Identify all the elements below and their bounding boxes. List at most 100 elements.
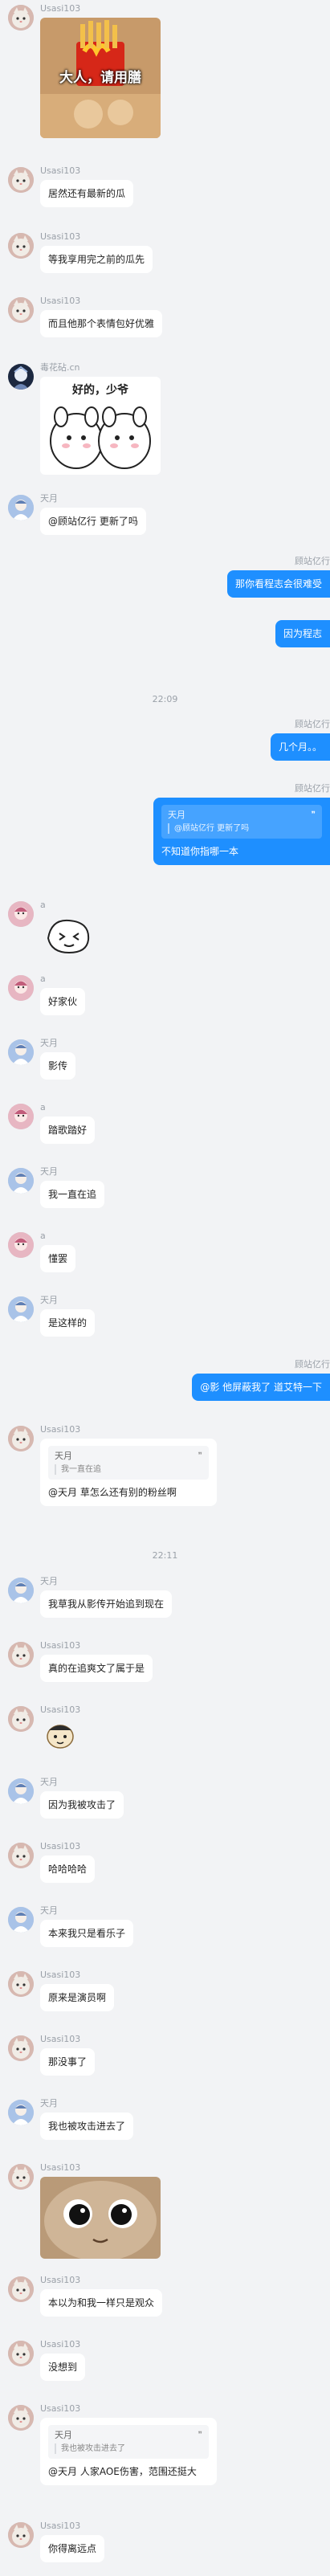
avatar[interactable] bbox=[8, 1039, 34, 1065]
avatar[interactable] bbox=[8, 1296, 34, 1322]
avatar[interactable] bbox=[8, 901, 34, 927]
self-message-bubble[interactable]: 因为程志 bbox=[275, 620, 330, 647]
sender-name[interactable]: a bbox=[40, 974, 46, 985]
message-bubble[interactable]: 哈哈哈哈 bbox=[40, 1855, 96, 1883]
sender-name[interactable]: Usasi103 bbox=[40, 2162, 80, 2174]
sender-name[interactable]: 天月 bbox=[40, 1576, 58, 1587]
avatar[interactable] bbox=[8, 2522, 34, 2548]
quote-icon: ❞ bbox=[198, 2431, 202, 2439]
avatar[interactable] bbox=[8, 1104, 34, 1129]
sender-name[interactable]: 天月 bbox=[40, 493, 58, 504]
avatar[interactable] bbox=[8, 2405, 34, 2431]
sender-name[interactable]: Usasi103 bbox=[40, 1841, 80, 1852]
message-bubble[interactable]: 懂罢 bbox=[40, 1245, 76, 1272]
avatar[interactable] bbox=[8, 495, 34, 521]
sender-name[interactable]: Usasi103 bbox=[40, 2034, 80, 2045]
quoted-message[interactable]: 天月 ❞ 我一直在追 bbox=[48, 1446, 209, 1480]
avatar[interactable] bbox=[8, 167, 34, 193]
sender-name[interactable]: Usasi103 bbox=[40, 296, 80, 307]
sender-name[interactable]: 天月 bbox=[40, 1295, 58, 1306]
avatar[interactable] bbox=[8, 2341, 34, 2366]
sender-name[interactable]: Usasi103 bbox=[40, 1640, 80, 1651]
sender-name[interactable]: 天月 bbox=[40, 2098, 58, 2109]
message-bubble[interactable]: 我也被攻击进去了 bbox=[40, 2113, 134, 2140]
self-message-bubble[interactable]: @影 他屏蔽我了 道艾特一下 bbox=[192, 1374, 330, 1401]
sender-name[interactable]: 毒花砧.cn bbox=[40, 362, 80, 374]
sender-name[interactable]: 顾站亿行 bbox=[295, 1359, 330, 1370]
self-message-bubble[interactable]: 那你看程志会很难受 bbox=[226, 570, 330, 598]
sender-name[interactable]: Usasi103 bbox=[40, 2339, 80, 2350]
avatar[interactable] bbox=[8, 233, 34, 259]
avatar[interactable] bbox=[8, 975, 34, 1001]
sticker-image[interactable] bbox=[40, 2177, 161, 2259]
message-bubble[interactable]: 原来是演员啊 bbox=[40, 1984, 115, 2011]
message-bubble[interactable]: 踏歌踏好 bbox=[40, 1117, 96, 1144]
avatar[interactable] bbox=[8, 1426, 34, 1451]
message-bubble[interactable]: 本以为和我一样只是观众 bbox=[40, 2289, 163, 2317]
message-bubble[interactable]: 我草我从影传开始追到现在 bbox=[40, 1590, 173, 1618]
message-bubble[interactable]: 因为我被攻击了 bbox=[40, 1791, 124, 1819]
message-bubble[interactable]: 等我享用完之前的瓜先 bbox=[40, 246, 153, 273]
avatar[interactable] bbox=[8, 1843, 34, 1868]
message-bubble[interactable]: 本来我只是看乐子 bbox=[40, 1920, 134, 1947]
sender-name[interactable]: Usasi103 bbox=[40, 2275, 80, 2286]
message-bubble[interactable]: 你得离远点 bbox=[40, 2535, 105, 2562]
message-bubble[interactable]: 天月 ❞ 我也被攻击进去了 @天月 人家AOE伤害，范围还挺大 bbox=[40, 2418, 217, 2485]
sticker-image[interactable] bbox=[40, 1719, 80, 1754]
sticker-image[interactable]: 大人，请用膳 bbox=[40, 18, 161, 138]
message-bubble[interactable]: 没想到 bbox=[40, 2354, 86, 2381]
chat-message-list[interactable]: Usasi103 大人，请用膳 Usasi103 居然还有最新的瓜 Usasi103 等我… bbox=[0, 0, 330, 2576]
sender-name[interactable]: Usasi103 bbox=[40, 1424, 80, 1435]
avatar[interactable] bbox=[8, 1971, 34, 1997]
sender-name[interactable]: 天月 bbox=[40, 1777, 58, 1788]
sender-name[interactable]: Usasi103 bbox=[40, 3, 80, 14]
quote-icon: ❞ bbox=[311, 810, 316, 819]
avatar[interactable] bbox=[8, 1706, 34, 1732]
message-bubble[interactable]: 居然还有最新的瓜 bbox=[40, 180, 134, 207]
sender-name[interactable]: a bbox=[40, 1102, 46, 1113]
sender-name[interactable]: Usasi103 bbox=[40, 2521, 80, 2532]
avatar[interactable] bbox=[8, 364, 34, 390]
sender-name[interactable]: 天月 bbox=[40, 1166, 58, 1178]
avatar[interactable] bbox=[8, 1232, 34, 1258]
message-bubble[interactable]: 真的在追爽文了属于是 bbox=[40, 1655, 153, 1682]
avatar[interactable] bbox=[8, 2164, 34, 2190]
message-bubble[interactable]: 那没事了 bbox=[40, 2048, 96, 2076]
avatar[interactable] bbox=[8, 5, 34, 31]
sender-name[interactable]: a bbox=[40, 900, 46, 911]
sender-name[interactable]: 顾站亿行 bbox=[295, 783, 330, 794]
avatar[interactable] bbox=[8, 2276, 34, 2302]
sender-name[interactable]: 天月 bbox=[40, 1038, 58, 1049]
message-bubble[interactable]: 影传 bbox=[40, 1052, 76, 1080]
quoted-message[interactable]: 天月 ❞ 我也被攻击进去了 bbox=[48, 2425, 209, 2459]
avatar[interactable] bbox=[8, 1168, 34, 1194]
avatar[interactable] bbox=[8, 1578, 34, 1603]
message-bubble[interactable]: 天月 ❞ 我一直在追 @天月 草怎么还有别的粉丝啊 bbox=[40, 1439, 217, 1506]
avatar[interactable] bbox=[8, 1778, 34, 1804]
sender-name[interactable]: Usasi103 bbox=[40, 1704, 80, 1716]
sender-name[interactable]: 天月 bbox=[40, 1905, 58, 1917]
sender-name[interactable]: Usasi103 bbox=[40, 1970, 80, 1981]
avatar[interactable] bbox=[8, 1642, 34, 1668]
avatar[interactable] bbox=[8, 1907, 34, 1933]
self-message-bubble[interactable]: 几个月。。 bbox=[270, 733, 330, 761]
sender-name[interactable]: 顾站亿行 bbox=[295, 556, 330, 567]
avatar[interactable] bbox=[8, 297, 34, 323]
sender-name[interactable]: 顾站亿行 bbox=[295, 719, 330, 730]
sticker-image[interactable] bbox=[40, 914, 96, 957]
message-bubble[interactable]: 我一直在追 bbox=[40, 1181, 105, 1208]
sender-name[interactable]: Usasi103 bbox=[40, 2403, 80, 2415]
quoted-message[interactable]: 天月 ❞ @顾站亿行 更新了吗 bbox=[161, 805, 322, 839]
sender-name[interactable]: Usasi103 bbox=[40, 231, 80, 243]
message-bubble[interactable]: @顾站亿行 更新了吗 bbox=[40, 508, 146, 535]
self-message-bubble[interactable]: 天月 ❞ @顾站亿行 更新了吗 不知道你指哪一本 bbox=[153, 798, 330, 865]
message-bubble[interactable]: 是这样的 bbox=[40, 1309, 96, 1337]
sticker-image[interactable]: 好的，少爷 bbox=[40, 377, 161, 475]
sender-name[interactable]: Usasi103 bbox=[40, 165, 80, 177]
message-bubble[interactable]: 好家伙 bbox=[40, 988, 86, 1015]
message-text: 因为我被攻击了 bbox=[48, 1799, 116, 1811]
avatar[interactable] bbox=[8, 2035, 34, 2061]
sender-name[interactable]: a bbox=[40, 1231, 46, 1242]
avatar[interactable] bbox=[8, 2100, 34, 2125]
message-bubble[interactable]: 而且他那个表情包好优雅 bbox=[40, 310, 163, 337]
